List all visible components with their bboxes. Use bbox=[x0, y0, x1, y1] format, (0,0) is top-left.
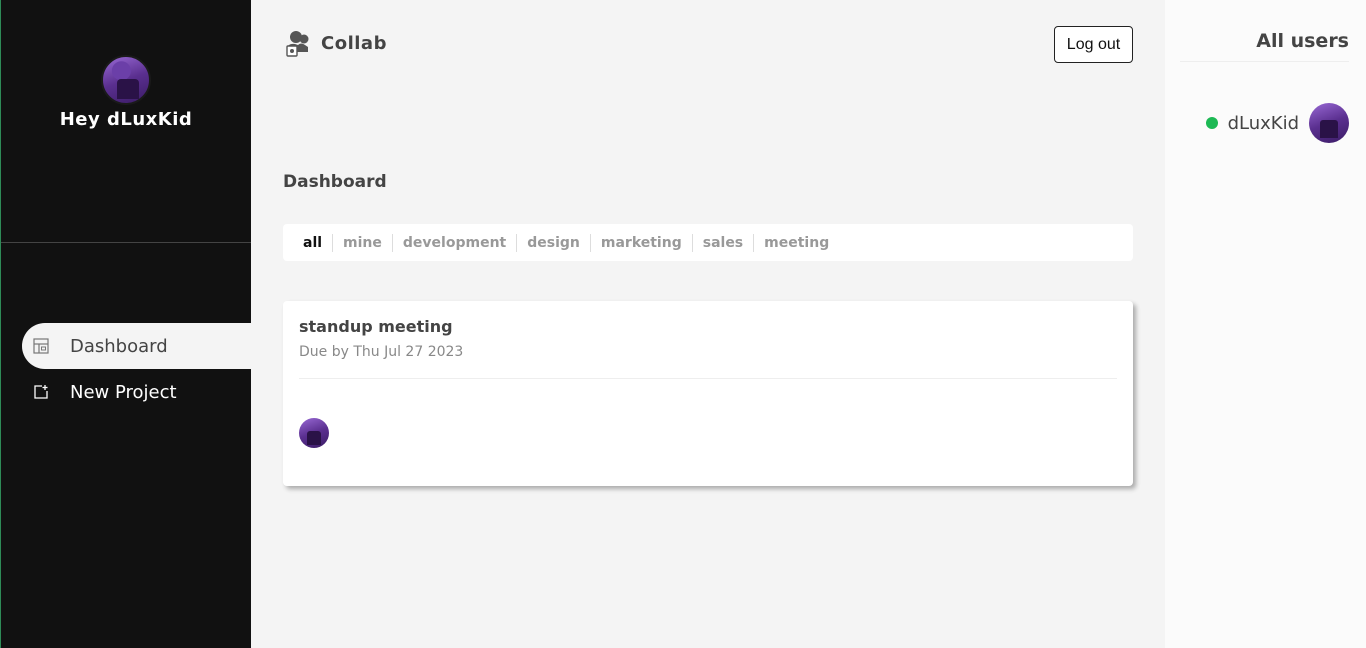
add-project-icon bbox=[32, 383, 50, 401]
sidebar-item-label: New Project bbox=[70, 381, 177, 403]
divider bbox=[1180, 61, 1349, 62]
users-panel-title: All users bbox=[1256, 30, 1349, 52]
filter-development[interactable]: development bbox=[393, 233, 518, 252]
assignee-avatar bbox=[299, 418, 329, 448]
filter-all[interactable]: all bbox=[293, 233, 334, 252]
logout-button[interactable]: Log out bbox=[1054, 26, 1133, 63]
sidebar: Hey dLuxKid Dashboard New Project bbox=[0, 0, 251, 648]
sidebar-item-label: Dashboard bbox=[70, 335, 168, 357]
main-content: Collab Log out Dashboard all mine develo… bbox=[251, 0, 1165, 648]
collab-logo-icon bbox=[283, 28, 313, 58]
filter-design[interactable]: design bbox=[517, 233, 591, 252]
avatar bbox=[101, 55, 151, 105]
filter-marketing[interactable]: marketing bbox=[591, 233, 693, 252]
filter-mine[interactable]: mine bbox=[333, 233, 393, 252]
brand-title: Collab bbox=[321, 32, 387, 54]
project-due-date: Due by Thu Jul 27 2023 bbox=[299, 344, 464, 360]
project-title: standup meeting bbox=[299, 317, 453, 336]
user-list-item: dLuxKid bbox=[1205, 103, 1349, 143]
users-panel: All users dLuxKid bbox=[1165, 0, 1366, 648]
avatar bbox=[1309, 103, 1349, 143]
page-title: Dashboard bbox=[283, 172, 387, 192]
brand: Collab bbox=[283, 28, 387, 58]
sidebar-item-new-project[interactable]: New Project bbox=[22, 369, 251, 415]
dashboard-icon bbox=[32, 337, 50, 355]
user-name: dLuxKid bbox=[1227, 112, 1299, 134]
filter-sales[interactable]: sales bbox=[693, 233, 755, 252]
project-card[interactable]: standup meeting Due by Thu Jul 27 2023 bbox=[283, 301, 1133, 486]
user-block: Hey dLuxKid bbox=[1, 55, 251, 243]
online-status-icon bbox=[1205, 117, 1218, 129]
greeting: Hey dLuxKid bbox=[59, 109, 193, 130]
filter-meeting[interactable]: meeting bbox=[754, 234, 839, 252]
sidebar-nav: Dashboard New Project bbox=[1, 323, 251, 415]
sidebar-item-dashboard[interactable]: Dashboard bbox=[22, 323, 251, 369]
project-filter: all mine development design marketing sa… bbox=[283, 224, 1133, 261]
divider bbox=[299, 378, 1117, 379]
